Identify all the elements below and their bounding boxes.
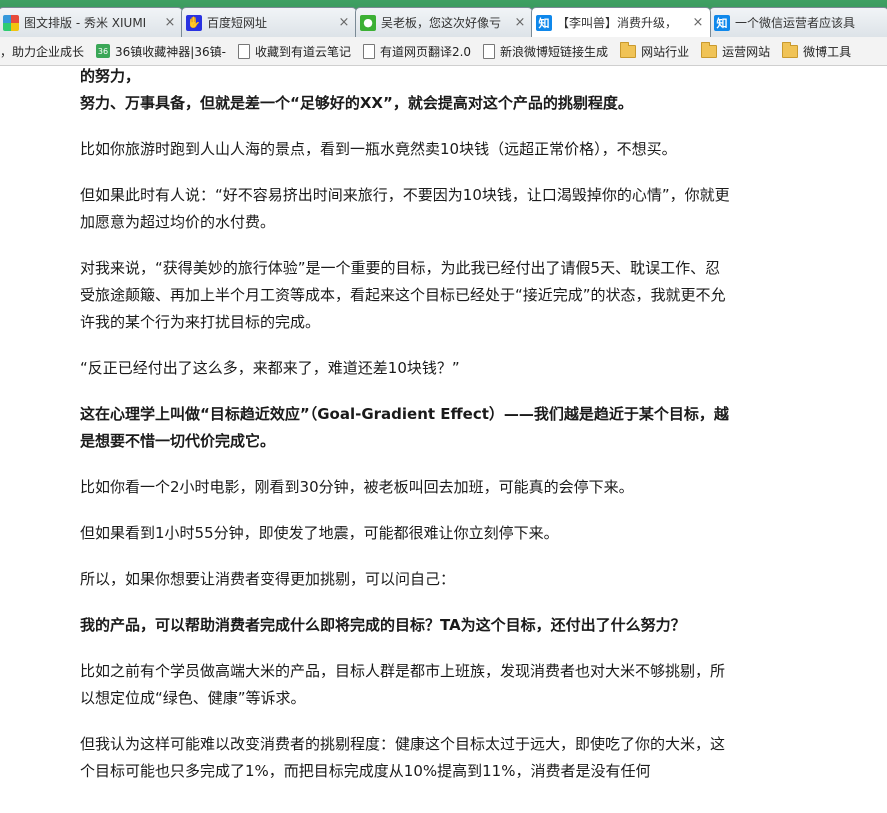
bookmark-label: 微博工具 [803, 44, 852, 59]
tab-zhihu-wechat-ops[interactable]: 知 一个微信运营者应该具 [709, 7, 887, 37]
bookmark-label: 网站行业 [641, 44, 690, 59]
bookmark-label: 有道网页翻译2.0 [379, 44, 472, 59]
article-body: 生活的人，我就很难有一个X的理由，因此我就会认为这个目标对我很重要，如果说我付出… [80, 66, 735, 804]
article-paragraph: 比如你旅游时跑到人山人海的景点，看到一瓶水竟然卖10块钱（远超正常价格），不想买… [80, 140, 677, 158]
close-tab-icon[interactable]: × [514, 16, 526, 29]
zhihu-icon: 知 [536, 14, 552, 31]
bookmark-youdao-note[interactable]: 收藏到有道云笔记 [232, 40, 357, 62]
bookmark-label: 收藏到有道云笔记 [254, 44, 351, 59]
article-paragraph: 努力、万事具备，但就是差一个“足够好的XX”，就会提高对这个产品的挑剔程度。 [80, 94, 633, 112]
article-paragraph: 对我来说，“获得美妙的旅行体验”是一个重要的目标，为此我已经付出了请假5天、耽误… [80, 259, 726, 331]
tab-xiumi[interactable]: 图文排版 - 秀米 XIUMI × [0, 7, 183, 37]
bookmark-folder-weibo-tools[interactable]: 微博工具 [776, 40, 857, 62]
bookmark-label: 运营网站 [722, 44, 771, 59]
bookmark-folder-ops-sites[interactable]: 运营网站 [695, 40, 776, 62]
close-tab-icon[interactable]: × [338, 16, 350, 29]
page-icon [362, 43, 375, 59]
page-icon [237, 43, 250, 59]
page-icon [483, 43, 496, 59]
wechat-icon: ● [360, 14, 376, 31]
tab-title: 图文排版 - 秀米 XIUMI [24, 16, 147, 30]
tab-title: 【李叫兽】消费升级， [557, 16, 678, 30]
bookmark-label: ，助力企业成长 [0, 44, 85, 59]
bookmark-label: 36镇收藏神器|36镇- [115, 44, 226, 59]
article-paragraph: “反正已经付出了这么多，来都来了，难道还差10块钱？” [80, 359, 460, 377]
browser-tab-strip: 图文排版 - 秀米 XIUMI × ✋ 百度短网址 × ● 吴老板，您这次好像亏… [0, 0, 887, 37]
bookmark-36kr[interactable]: 36 36镇收藏神器|36镇- [90, 40, 232, 62]
page-content: 生活的人，我就很难有一个X的理由，因此我就会认为这个目标对我很重要，如果说我付出… [0, 66, 887, 813]
close-tab-icon[interactable]: × [692, 16, 704, 29]
folder-icon [782, 41, 799, 58]
article-paragraph: 这在心理学上叫做“目标趋近效应”（Goal-Gradient Effect）——… [80, 405, 729, 450]
36kr-icon: 36 [96, 44, 111, 58]
bookmark-bar: ，助力企业成长 36 36镇收藏神器|36镇- 收藏到有道云笔记 有道网页翻译2… [0, 37, 887, 66]
article-paragraph: 生活的人，我就很难有一个X的理由，因此我就会认为这个目标对我很重要，如果说我付出… [80, 67, 141, 85]
tab-baidu-short-url[interactable]: ✋ 百度短网址 × [181, 7, 357, 37]
close-tab-icon[interactable]: × [164, 16, 176, 29]
folder-icon [701, 41, 718, 58]
article-paragraph: 但我认为这样可能难以改变消费者的挑剔程度：健康这个目标太过于远大，即使吃了你的大… [80, 735, 726, 780]
bookmark-sina-short-link[interactable]: 新浪微博短链接生成 [477, 40, 614, 62]
folder-icon [620, 41, 637, 58]
article-paragraph: 但如果看到1小时55分钟，即使发了地震，可能都很难让你立刻停下来。 [80, 524, 559, 542]
article-paragraph: 比如之前有个学员做高端大米的产品，目标人群是都市上班族，发现消费者也对大米不够挑… [80, 662, 726, 707]
tab-title: 百度短网址 [207, 16, 268, 30]
article-paragraph: 我的产品，可以帮助消费者完成什么即将完成的目标？TA为这个目标，还付出了什么努力… [80, 616, 686, 634]
bookmark-label: 新浪微博短链接生成 [500, 44, 609, 59]
article-paragraph: 但如果此时有人说：“好不容易挤出时间来旅行，不要因为10块钱，让口渴毁掉你的心情… [80, 186, 730, 231]
tab-title: 一个微信运营者应该具 [735, 16, 856, 30]
xiumi-logo-icon [3, 14, 19, 31]
zhihu-icon: 知 [714, 14, 730, 31]
tab-wechat-article[interactable]: ● 吴老板，您这次好像亏 × [355, 7, 533, 37]
bookmark-folder-website-industry[interactable]: 网站行业 [614, 40, 695, 62]
tab-active-zhihu[interactable]: 知 【李叫兽】消费升级， × [531, 7, 711, 37]
bookmark-youdao-translate[interactable]: 有道网页翻译2.0 [357, 40, 477, 62]
article-paragraph: 比如你看一个2小时电影，刚看到30分钟，被老板叫回去加班，可能真的会停下来。 [80, 478, 634, 496]
bookmark-enterprise[interactable]: ，助力企业成长 [0, 40, 90, 62]
baidu-paw-icon: ✋ [186, 14, 202, 31]
tab-title: 吴老板，您这次好像亏 [381, 16, 502, 30]
article-paragraph: 所以，如果你想要让消费者变得更加挑剔，可以问自己： [80, 570, 456, 588]
